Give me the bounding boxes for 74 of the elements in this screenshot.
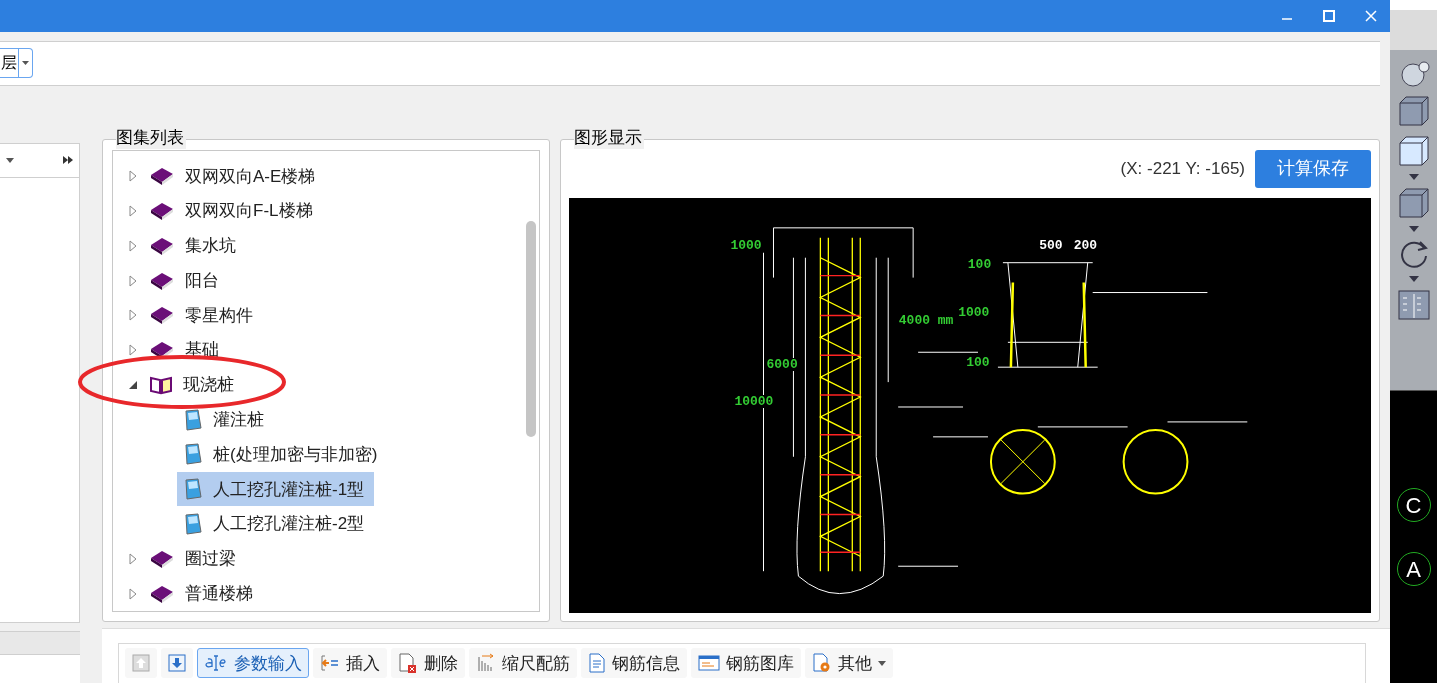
3d-cube-icon[interactable] — [1396, 94, 1431, 128]
layer-combo[interactable]: 层 — [0, 48, 33, 79]
dimension-label: 100 — [965, 355, 991, 369]
tree-item[interactable]: 双网双向F-L楼梯 — [143, 194, 323, 229]
collapsed-arrow-icon[interactable] — [129, 552, 137, 565]
toolbar-button[interactable]: 删除 — [391, 648, 465, 679]
toolbar-button[interactable]: 钢筋图库 — [691, 648, 801, 679]
collapsed-arrow-icon[interactable] — [129, 205, 137, 218]
tree-item[interactable]: 基础 — [143, 333, 229, 368]
toolbar-button[interactable]: 钢筋信息 — [581, 648, 687, 679]
document-icon — [183, 408, 203, 431]
tree-item[interactable]: 人工挖孔灌注桩-2型 — [177, 507, 375, 541]
document-icon — [183, 478, 203, 501]
tree-item[interactable]: 零星构件 — [143, 298, 263, 333]
closed-book-icon — [149, 583, 175, 604]
scale-bars-icon — [476, 653, 496, 674]
dropdown-caret-icon — [22, 61, 29, 66]
dropdown-caret-icon[interactable] — [6, 158, 14, 163]
dropdown-caret-icon[interactable] — [1408, 276, 1419, 282]
scrollbar-thumb[interactable] — [526, 221, 536, 437]
tree-item[interactable]: 双网双向A-E楼梯 — [143, 159, 326, 194]
tree-item[interactable]: 阳台 — [143, 263, 229, 298]
closed-book-icon — [149, 548, 175, 569]
closed-book-icon — [149, 201, 175, 222]
maximize-icon[interactable] — [1322, 9, 1336, 24]
panel-title: 图集列表 — [116, 127, 186, 149]
collapsed-arrow-icon[interactable] — [129, 274, 137, 287]
wireframe-cube-icon[interactable] — [1396, 134, 1431, 168]
delete-document-icon — [398, 653, 418, 674]
expanded-arrow-icon[interactable] — [129, 380, 137, 389]
checklist-icon[interactable] — [1396, 288, 1431, 322]
closed-book-icon — [149, 270, 175, 291]
document-icon — [183, 443, 203, 466]
solid-cube-icon[interactable] — [1396, 186, 1431, 220]
document-icon — [183, 513, 203, 535]
move-down-icon — [168, 654, 186, 673]
open-book-icon — [149, 374, 173, 395]
closed-book-icon — [149, 166, 175, 187]
panel-header-bar — [1390, 10, 1437, 50]
tree-item[interactable]: 灌注桩 — [177, 402, 274, 437]
close-icon[interactable] — [1364, 9, 1378, 24]
panel-title: 图形显示 — [574, 127, 644, 149]
tree-item[interactable]: 圈过梁 — [143, 541, 246, 576]
toolbar-button[interactable]: 插入 — [313, 648, 387, 679]
text-cursor-icon — [204, 654, 228, 673]
dimension-label: 6000 — [765, 357, 799, 371]
dropdown-caret-icon — [878, 661, 886, 666]
document-icon — [588, 653, 606, 674]
document-gear-icon — [812, 653, 832, 674]
tree-item[interactable]: 人工挖孔灌注桩-1型 — [177, 472, 375, 507]
tree-item[interactable]: 集水坑 — [143, 228, 246, 263]
collapsed-arrow-icon[interactable] — [129, 344, 137, 357]
window-icon — [698, 654, 720, 673]
coordinates-text: (X: -221 Y: -165) — [1120, 158, 1245, 181]
closed-book-icon — [149, 235, 175, 256]
tree-item[interactable]: 桩(处理加密与非加密) — [177, 437, 388, 472]
toolbar-button[interactable] — [161, 648, 193, 679]
collapsed-arrow-icon[interactable] — [129, 239, 137, 252]
toolbar-button[interactable]: 缩尺配筋 — [469, 648, 577, 679]
tree-item[interactable]: 普通楼梯 — [143, 576, 263, 611]
insert-icon — [320, 654, 340, 673]
collapsed-arrow-icon[interactable] — [129, 309, 137, 322]
dimension-label: 10000 — [733, 395, 775, 409]
double-arrow-icon[interactable] — [63, 156, 73, 165]
dropdown-caret-icon[interactable] — [1408, 174, 1419, 180]
closed-book-icon — [149, 305, 175, 326]
toolbar-button[interactable]: 其他 — [805, 648, 893, 679]
dropdown-caret-icon[interactable] — [1408, 226, 1419, 232]
dimension-label: 1000 — [957, 305, 991, 319]
collapsed-arrow-icon[interactable] — [129, 170, 137, 183]
toolbar-button[interactable]: 参数输入 — [197, 648, 309, 679]
collapsed-arrow-icon[interactable] — [129, 587, 137, 600]
move-up-icon — [132, 654, 150, 673]
calculate-save-button[interactable]: 计算保存 — [1255, 150, 1371, 188]
